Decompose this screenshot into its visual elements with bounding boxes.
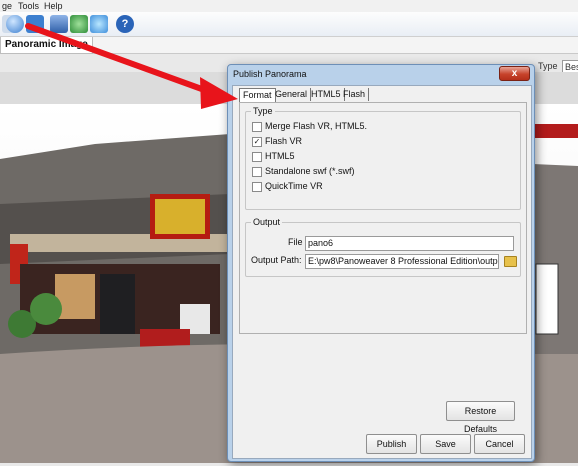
menu-item-tools[interactable]: Tools — [18, 0, 39, 12]
dialog-title: Publish Panorama — [233, 69, 307, 79]
gear-icon[interactable] — [90, 15, 108, 33]
tab-panoramic-image[interactable]: Panoramic Image — [0, 37, 93, 54]
restore-defaults-button[interactable]: Restore Defaults — [446, 401, 515, 434]
publish-button[interactable]: Publish — [366, 434, 417, 454]
tab-format[interactable]: Format — [239, 88, 276, 103]
option-label: HTML5 — [265, 151, 295, 161]
toolbar: ? — [0, 12, 578, 37]
output-group-legend: Output — [251, 216, 283, 228]
type-group-legend: Type — [251, 105, 275, 117]
close-button[interactable]: x — [499, 66, 530, 81]
browser-icon[interactable] — [6, 15, 24, 33]
cancel-button[interactable]: Cancel — [474, 434, 525, 454]
menu-item-help[interactable]: Help — [44, 0, 63, 12]
checkbox-checked[interactable]: ✓ — [252, 137, 262, 147]
file-name-field[interactable]: pano6 — [305, 236, 514, 251]
publish-icon[interactable] — [50, 15, 68, 33]
output-path-field[interactable]: E:\pw8\Panoweaver 8 Professional Edition… — [305, 254, 499, 269]
checkbox[interactable] — [252, 182, 262, 192]
output-group: Output File Name: pano6 Output Path: E:\… — [245, 216, 521, 277]
checkbox[interactable] — [252, 122, 262, 132]
option-label: Standalone swf (*.swf) — [265, 166, 355, 176]
tab-flash[interactable]: Flash — [340, 88, 370, 101]
help-icon[interactable]: ? — [116, 15, 134, 33]
menu-item-image[interactable]: ge — [2, 0, 12, 12]
type-label: Type — [538, 61, 558, 71]
checkbox[interactable] — [252, 152, 262, 162]
output-path-label: Output Path: — [251, 255, 302, 265]
save-button[interactable]: Save — [420, 434, 471, 454]
folder-icon[interactable] — [504, 256, 517, 267]
settings-icon[interactable] — [70, 15, 88, 33]
option-label: Flash VR — [265, 136, 303, 146]
share-icon[interactable] — [26, 15, 44, 33]
checkbox[interactable] — [252, 167, 262, 177]
option-label: Merge Flash VR, HTML5. — [265, 121, 368, 131]
type-group: Type Merge Flash VR, HTML5. ✓ Flash VR H… — [245, 105, 521, 210]
format-panel: Type Merge Flash VR, HTML5. ✓ Flash VR H… — [239, 102, 527, 334]
option-label: QuickTime VR — [265, 181, 323, 191]
tab-general[interactable]: General — [272, 88, 312, 101]
dialog-body: Format General HTML5 Flash Type Merge Fl… — [232, 85, 532, 459]
publish-panorama-dialog: Publish Panorama x Format General HTML5 … — [227, 64, 535, 462]
